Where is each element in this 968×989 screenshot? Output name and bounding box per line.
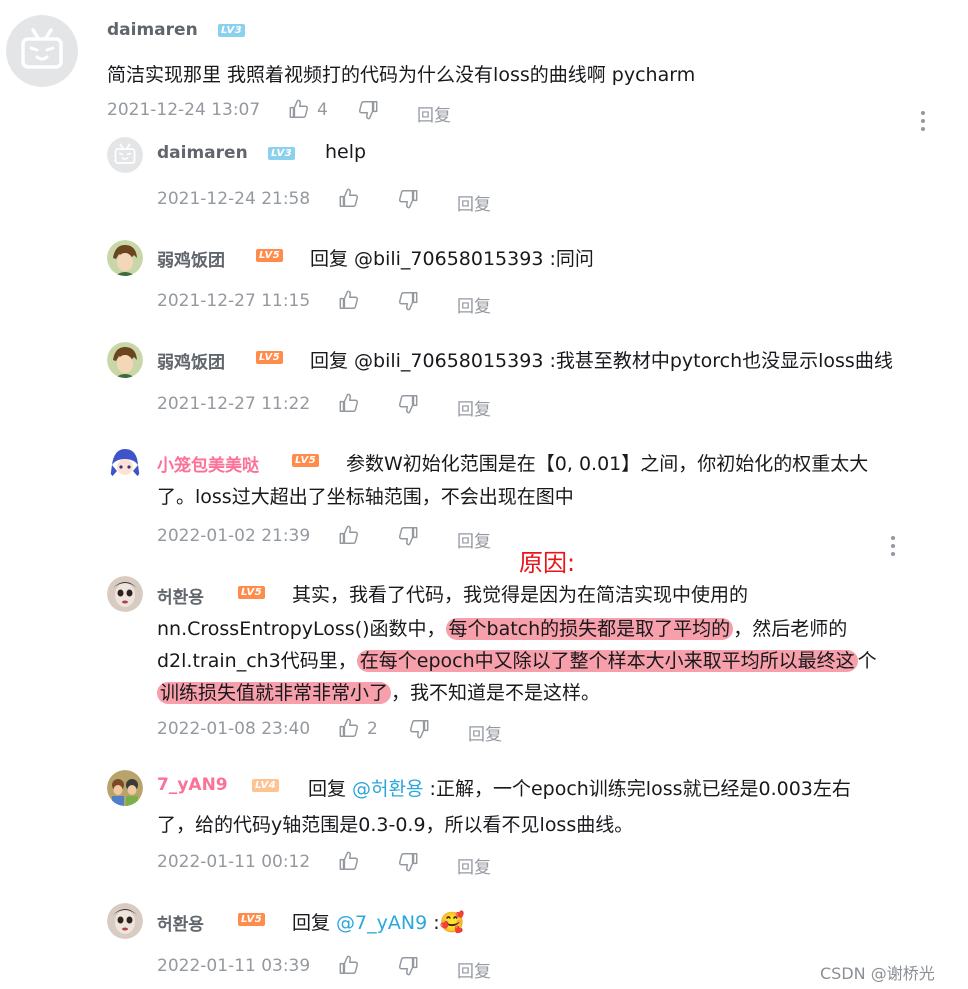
reply-text-line1: 回复 @허환용 :正解，一个epoch训练完loss就已经是0.003左右 — [308, 778, 851, 800]
bilibili-tv-avatar-icon — [107, 137, 143, 173]
avatar[interactable] — [107, 137, 143, 173]
username[interactable]: 弱鸡饭团 — [157, 246, 225, 271]
avatar[interactable] — [107, 240, 143, 276]
like-count: 4 — [317, 100, 328, 120]
reply-text-line2: 了，给的代码y轴范围是0.3-0.9，所以看不见loss曲线。 — [157, 814, 634, 836]
annotation-label: 原因: — [519, 549, 576, 577]
avatar[interactable] — [107, 576, 143, 612]
level-badge: LV4 — [252, 779, 280, 792]
avatar[interactable] — [107, 342, 143, 378]
anime-avatar-icon — [107, 240, 143, 276]
reply-time: 2021-12-27 11:15 — [157, 291, 311, 311]
face-avatar-icon — [107, 903, 143, 939]
comment-text: 简洁实现那里 我照着视频打的代码为什么没有loss的曲线啊 pycharm — [107, 64, 696, 86]
reply-text-line2: nn.CrossEntropyLoss()函数中， 每个batch的损失都是取了平… — [157, 618, 848, 640]
reply-text: 回复 @bili_70658015393 :同问 — [310, 248, 594, 270]
more-dots-icon[interactable] — [920, 111, 926, 135]
reply-button[interactable]: 回复 — [457, 395, 491, 420]
thumbs-up-icon[interactable] — [338, 850, 360, 872]
thumbs-up-icon[interactable] — [338, 717, 360, 739]
reply-time: 2021-12-27 11:22 — [157, 394, 311, 414]
thumbs-up-icon[interactable] — [338, 289, 360, 311]
thumbs-down-icon[interactable] — [357, 99, 379, 121]
reply-text-line2: 了。loss过大超出了坐标轴范围，不会出现在图中 — [157, 486, 574, 508]
thumbs-down-icon[interactable] — [397, 525, 419, 547]
username[interactable]: 弱鸡饭团 — [157, 348, 225, 373]
level-badge: LV3 — [268, 147, 296, 160]
username[interactable]: 허환용 — [157, 583, 204, 608]
reply-time: 2022-01-08 23:40 — [157, 719, 311, 739]
level-badge: LV5 — [292, 454, 320, 467]
reply-time: 2022-01-11 00:12 — [157, 852, 311, 872]
bilibili-tv-avatar-icon — [6, 15, 78, 87]
mention-link[interactable]: @7_yAN9 — [336, 912, 427, 934]
mention-link[interactable]: @허환용 — [352, 778, 423, 800]
reply-button[interactable]: 回复 — [457, 957, 491, 982]
cartoon-avatar-icon — [107, 770, 143, 806]
username[interactable]: daimaren — [157, 143, 248, 163]
level-badge: LV5 — [238, 913, 266, 926]
avatar[interactable] — [107, 770, 143, 806]
reply-text: 回复 @7_yAN9 :🥰 — [292, 910, 465, 934]
avatar[interactable] — [6, 15, 78, 87]
level-badge: LV3 — [218, 24, 246, 37]
level-badge: LV5 — [256, 351, 284, 364]
anime-avatar-icon — [107, 342, 143, 378]
more-dots-icon[interactable] — [890, 536, 896, 560]
thumbs-up-icon[interactable] — [338, 524, 360, 546]
highlight: 在每个epoch中又除以了整个样本大小来取平均所以最终这 — [356, 650, 858, 672]
reply-text-line3: d2l.train_ch3代码里， 在每个epoch中又除以了整个样本大小来取平均… — [157, 650, 877, 672]
username[interactable]: 허환용 — [157, 910, 204, 935]
face-avatar-icon — [107, 576, 143, 612]
username[interactable]: 7_yAN9 — [157, 775, 228, 795]
highlight: 每个batch的损失都是取了平均的 — [445, 618, 734, 640]
avatar[interactable] — [107, 903, 143, 939]
thumbs-up-icon[interactable] — [338, 954, 360, 976]
reply-time: 2022-01-11 03:39 — [157, 956, 311, 976]
username[interactable]: 小笼包美美哒 — [157, 451, 259, 476]
level-badge: LV5 — [238, 586, 266, 599]
thumbs-down-icon[interactable] — [397, 955, 419, 977]
anime-avatar-icon — [107, 445, 143, 481]
highlight: 训练损失值就非常非常小了 — [157, 682, 392, 704]
reply-time: 2021-12-24 21:58 — [157, 189, 311, 209]
thumbs-up-icon[interactable] — [338, 392, 360, 414]
thumbs-down-icon[interactable] — [397, 188, 419, 210]
watermark: CSDN @谢桥光 — [820, 964, 935, 983]
username[interactable]: daimaren — [107, 20, 198, 40]
thumbs-up-icon[interactable] — [288, 98, 310, 120]
reply-text: help — [325, 141, 367, 163]
reply-text-line1: 参数W初始化范围是在【0, 0.01】之间，你初始化的权重太大 — [346, 453, 869, 475]
reply-button[interactable]: 回复 — [417, 101, 451, 126]
thumbs-up-icon[interactable] — [338, 187, 360, 209]
emoji: 🥰 — [439, 910, 465, 934]
thumbs-down-icon[interactable] — [397, 290, 419, 312]
reply-text: 回复 @bili_70658015393 :我甚至教材中pytorch也没显示l… — [310, 350, 893, 372]
reply-button[interactable]: 回复 — [457, 853, 491, 878]
reply-button[interactable]: 回复 — [457, 292, 491, 317]
avatar[interactable] — [107, 445, 143, 481]
reply-button[interactable]: 回复 — [468, 720, 502, 745]
reply-button[interactable]: 回复 — [457, 527, 491, 552]
level-badge: LV5 — [256, 249, 284, 262]
like-count: 2 — [367, 719, 378, 739]
thumbs-down-icon[interactable] — [397, 851, 419, 873]
comment-time: 2021-12-24 13:07 — [107, 100, 261, 120]
thumbs-down-icon[interactable] — [397, 393, 419, 415]
thumbs-down-icon[interactable] — [408, 718, 430, 740]
reply-time: 2022-01-02 21:39 — [157, 526, 311, 546]
reply-button[interactable]: 回复 — [457, 190, 491, 215]
reply-text-line4: 训练损失值就非常非常小了 ，我不知道是不是这样。 — [157, 678, 600, 705]
reply-text-line1: 其实，我看了代码，我觉得是因为在简洁实现中使用的 — [292, 584, 749, 606]
